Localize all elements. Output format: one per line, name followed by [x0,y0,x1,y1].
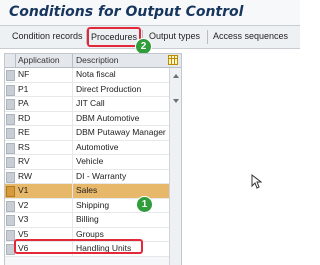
table-row[interactable]: RE DBM Putaway Manager [5,126,169,141]
toolbar-separator [207,30,208,44]
application-cell: V5 [18,228,29,239]
application-cell: NF [18,69,30,79]
row-selector[interactable] [6,70,15,81]
application-cell: RE [18,127,30,137]
table-settings-icon[interactable] [168,55,178,65]
row-selector[interactable] [6,215,15,226]
title-bar: Conditions for Output Control [0,0,300,26]
table-row[interactable]: RW DI - Warranty [5,169,169,184]
table-row[interactable]: RD DBM Automotive [5,111,169,126]
row-selector[interactable] [6,142,15,154]
applications-table: Application Description NF Nota fiscal P1… [4,53,182,265]
table-body: NF Nota fiscal P1 Direct Production PA JIT … [5,68,169,257]
table-row[interactable]: P1 Direct Production [5,82,169,97]
application-cell: RV [18,156,30,166]
table-row[interactable]: RS Automotive [5,140,169,155]
procedures-button[interactable]: Procedures [87,27,142,47]
description-cell: JIT Call [76,98,105,108]
row-selector[interactable] [6,186,15,197]
application-cell: P1 [18,83,29,94]
description-cell: Shipping [76,199,110,210]
row-selector[interactable] [6,229,15,241]
description-cell: Groups [76,228,104,239]
row-selector[interactable] [6,200,15,212]
description-cell: Direct Production [76,83,142,94]
page-title: Conditions for Output Control [9,4,244,20]
description-cell: DBM Automotive [76,112,140,123]
description-cell: Sales [76,185,98,195]
selection-highlight-frame [14,239,143,254]
table-row[interactable]: V3 Billing [5,213,169,228]
application-cell: RD [18,112,31,123]
row-selector[interactable] [6,157,15,168]
table-row[interactable]: NF Nota fiscal [5,68,169,83]
application-cell: RS [18,141,30,152]
vertical-scrollbar[interactable] [169,68,182,265]
table-row[interactable]: RV Vehicle [5,155,169,170]
column-header-description[interactable]: Description [76,55,119,65]
description-cell: Billing [76,214,99,224]
application-cell: V2 [18,199,29,210]
application-cell: V3 [18,214,29,224]
table-header: Application Description [5,54,181,68]
row-selector[interactable] [6,84,15,96]
description-cell: Automotive [76,141,119,152]
description-cell: Vehicle [76,156,104,166]
application-cell: RW [18,170,33,181]
column-header-application[interactable]: Application [18,55,60,65]
mouse-cursor-icon [251,174,262,189]
application-cell: PA [18,98,29,108]
row-selector[interactable] [6,128,15,139]
step-1-badge: 1 [136,196,153,213]
column-divider [72,54,73,67]
row-selector[interactable] [6,113,15,125]
access-sequences-button[interactable]: Access sequences [213,26,288,48]
description-cell: DBM Putaway Manager [76,127,166,137]
select-all-corner[interactable] [5,54,16,67]
table-row[interactable]: PA JIT Call [5,97,169,112]
row-selector[interactable] [6,171,15,183]
description-cell: DI - Warranty [76,170,127,181]
condition-records-button[interactable]: Condition records [12,26,83,48]
application-cell: V1 [18,185,29,195]
output-types-button[interactable]: Output types [149,26,200,48]
description-cell: Nota fiscal [76,69,116,79]
row-selector[interactable] [6,99,15,110]
scroll-arrows-icon[interactable] [170,68,182,265]
